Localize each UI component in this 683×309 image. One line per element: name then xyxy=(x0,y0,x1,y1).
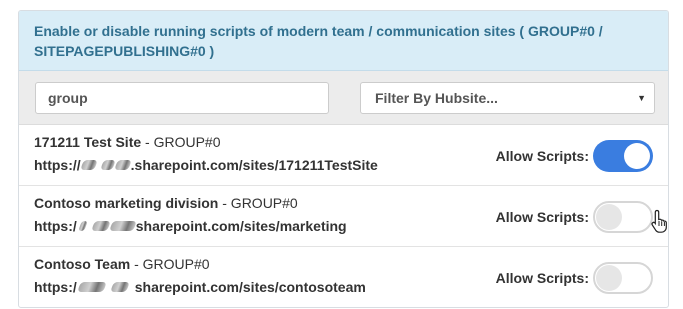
filter-bar: Filter By Hubsite... ▼ xyxy=(19,71,668,125)
site-group: - GROUP#0 xyxy=(130,256,210,272)
redacted-text xyxy=(113,160,132,170)
site-row: Contoso marketing division - GROUP#0 htt… xyxy=(19,186,668,247)
redacted-text xyxy=(90,221,111,231)
redacted-text xyxy=(99,160,116,170)
allow-scripts-toggle[interactable] xyxy=(593,140,653,172)
site-url-prefix: https:/ xyxy=(34,279,77,295)
hand-pointer-icon xyxy=(651,209,667,233)
site-name: 171211 Test Site xyxy=(34,134,142,150)
allow-scripts-toggle[interactable] xyxy=(593,201,653,233)
hubsite-filter-value: Filter By Hubsite... xyxy=(375,90,498,106)
redacted-text xyxy=(76,282,107,292)
allow-scripts-label: Allow Scripts: xyxy=(495,209,589,225)
site-group: - GROUP#0 xyxy=(218,195,298,211)
redacted-text xyxy=(108,221,137,231)
allow-scripts-toggle[interactable] xyxy=(593,262,653,294)
allow-scripts-label: Allow Scripts: xyxy=(495,270,589,286)
site-url-prefix: https:// xyxy=(34,157,81,173)
redacted-text xyxy=(109,282,130,292)
redacted-text xyxy=(79,160,98,170)
site-url-suffix: sharepoint.com/sites/marketing xyxy=(135,218,347,234)
panel-heading: Enable or disable running scripts of mod… xyxy=(19,11,668,71)
site-group: - GROUP#0 xyxy=(141,134,221,150)
site-name: Contoso Team xyxy=(34,256,131,272)
site-url-suffix: sharepoint.com/sites/contosoteam xyxy=(134,279,366,295)
search-input[interactable] xyxy=(35,82,329,114)
site-row: 171211 Test Site - GROUP#0 https:// .sha… xyxy=(19,125,668,186)
redacted-text xyxy=(77,221,88,231)
allow-scripts-label: Allow Scripts: xyxy=(495,148,589,164)
site-url-prefix: https:/ xyxy=(34,218,77,234)
toggle-knob xyxy=(624,143,650,169)
site-row: Contoso Team - GROUP#0 https:/ sharepoin… xyxy=(19,247,668,307)
site-url-suffix: .sharepoint.com/sites/171211TestSite xyxy=(130,157,378,173)
chevron-down-icon: ▼ xyxy=(637,93,646,103)
site-name: Contoso marketing division xyxy=(34,195,219,211)
scripts-panel: Enable or disable running scripts of mod… xyxy=(18,10,669,308)
toggle-knob xyxy=(596,265,622,291)
hubsite-filter-select[interactable]: Filter By Hubsite... ▼ xyxy=(360,82,655,114)
toggle-knob xyxy=(596,204,622,230)
